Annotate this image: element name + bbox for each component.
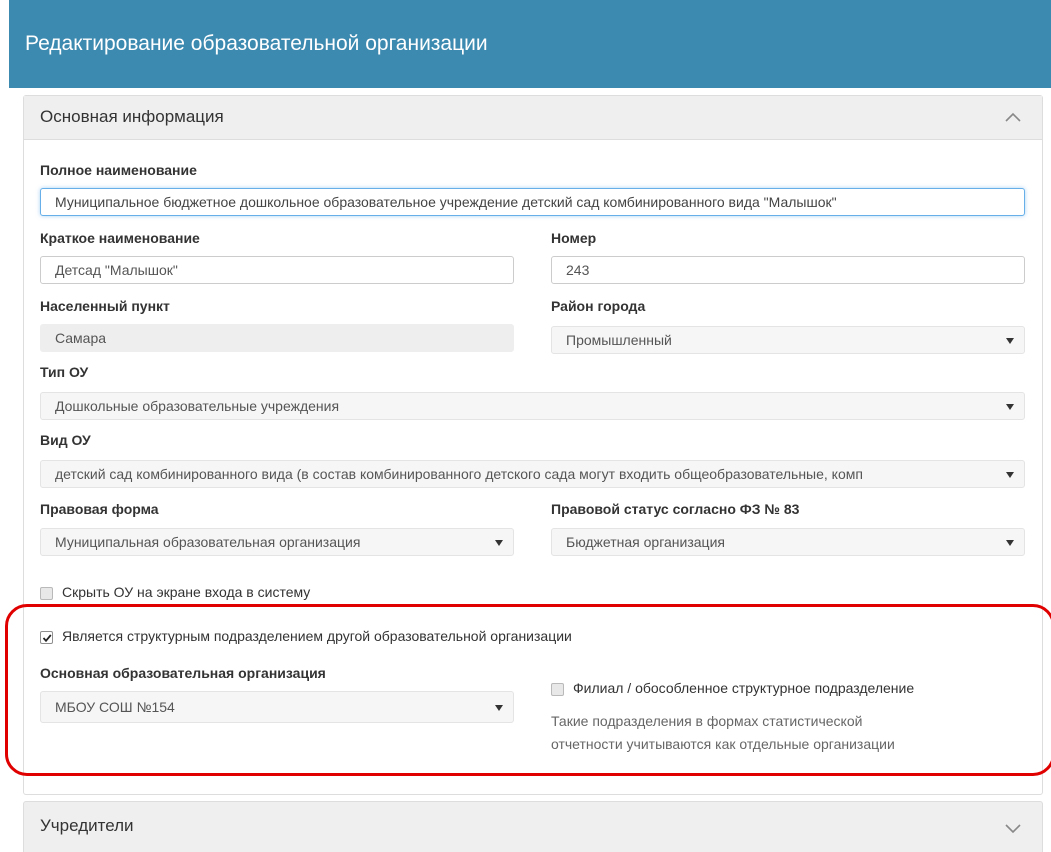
branch-note-line-2: отчетности учитываются как отдельные орг… bbox=[551, 736, 895, 752]
org-type-select[interactable]: Дошкольные образовательные учреждения bbox=[40, 392, 1025, 420]
parent-org-select[interactable]: МБОУ СОШ №154 bbox=[40, 691, 514, 723]
org-kind-label: Вид ОУ bbox=[40, 432, 91, 448]
legal-form-select[interactable]: Муниципальная образовательная организаци… bbox=[40, 528, 514, 556]
hide-on-login-label[interactable]: Скрыть ОУ на экране входа в систему bbox=[62, 584, 310, 600]
legal-form-value: Муниципальная образовательная организаци… bbox=[55, 534, 361, 550]
district-label: Район города bbox=[551, 298, 646, 314]
main-info-panel: Основная информация Полное наименование … bbox=[23, 95, 1043, 795]
legal-status-label: Правовой статус согласно ФЗ № 83 bbox=[551, 501, 800, 517]
parent-org-value: МБОУ СОШ №154 bbox=[55, 699, 175, 715]
number-input[interactable]: 243 bbox=[551, 256, 1025, 284]
caret-down-icon bbox=[495, 705, 503, 711]
founders-title: Учредители bbox=[40, 816, 134, 835]
branch-checkbox[interactable] bbox=[551, 683, 564, 696]
district-value: Промышленный bbox=[566, 332, 672, 348]
branch-note-line-1: Такие подразделения в формах статистичес… bbox=[551, 713, 863, 729]
caret-down-icon bbox=[495, 540, 503, 546]
org-type-label: Тип ОУ bbox=[40, 364, 89, 380]
org-kind-select[interactable]: детский сад комбинированного вида (в сос… bbox=[40, 460, 1025, 488]
legal-form-label: Правовая форма bbox=[40, 501, 159, 517]
caret-down-icon bbox=[1006, 472, 1014, 478]
district-select[interactable]: Промышленный bbox=[551, 326, 1025, 354]
full-name-input[interactable]: Муниципальное бюджетное дошкольное образ… bbox=[40, 188, 1025, 216]
org-kind-value: детский сад комбинированного вида (в сос… bbox=[55, 466, 863, 482]
number-label: Номер bbox=[551, 230, 597, 246]
caret-down-icon bbox=[1006, 338, 1014, 344]
branch-label[interactable]: Филиал / обособленное структурное подраз… bbox=[573, 680, 914, 696]
main-info-panel-header[interactable]: Основная информация bbox=[24, 96, 1042, 140]
checkmark-icon bbox=[42, 634, 52, 643]
full-name-label: Полное наименование bbox=[40, 162, 197, 178]
org-type-value: Дошкольные образовательные учреждения bbox=[55, 398, 340, 414]
page-title: Редактирование образовательной организац… bbox=[25, 32, 488, 55]
branch-note: Такие подразделения в формах статистичес… bbox=[551, 710, 895, 756]
founders-panel-header[interactable]: Учредители bbox=[23, 801, 1043, 852]
locality-label: Населенный пункт bbox=[40, 298, 170, 314]
parent-org-label: Основная образовательная организация bbox=[40, 665, 326, 681]
page-header: Редактирование образовательной организац… bbox=[9, 0, 1051, 88]
short-name-label: Краткое наименование bbox=[40, 230, 200, 246]
structural-unit-label[interactable]: Является структурным подразделением друг… bbox=[62, 628, 572, 644]
structural-unit-checkbox[interactable] bbox=[40, 631, 53, 644]
legal-status-value: Бюджетная организация bbox=[566, 534, 725, 550]
legal-status-select[interactable]: Бюджетная организация bbox=[551, 528, 1025, 556]
caret-down-icon bbox=[1006, 540, 1014, 546]
short-name-input[interactable]: Детсад "Малышок" bbox=[40, 256, 514, 284]
chevron-up-icon[interactable] bbox=[1004, 110, 1022, 124]
locality-field: Самара bbox=[40, 324, 514, 352]
caret-down-icon bbox=[1006, 404, 1014, 410]
hide-on-login-checkbox[interactable] bbox=[40, 587, 53, 600]
main-info-title: Основная информация bbox=[40, 107, 224, 126]
chevron-down-icon[interactable] bbox=[1004, 822, 1022, 836]
